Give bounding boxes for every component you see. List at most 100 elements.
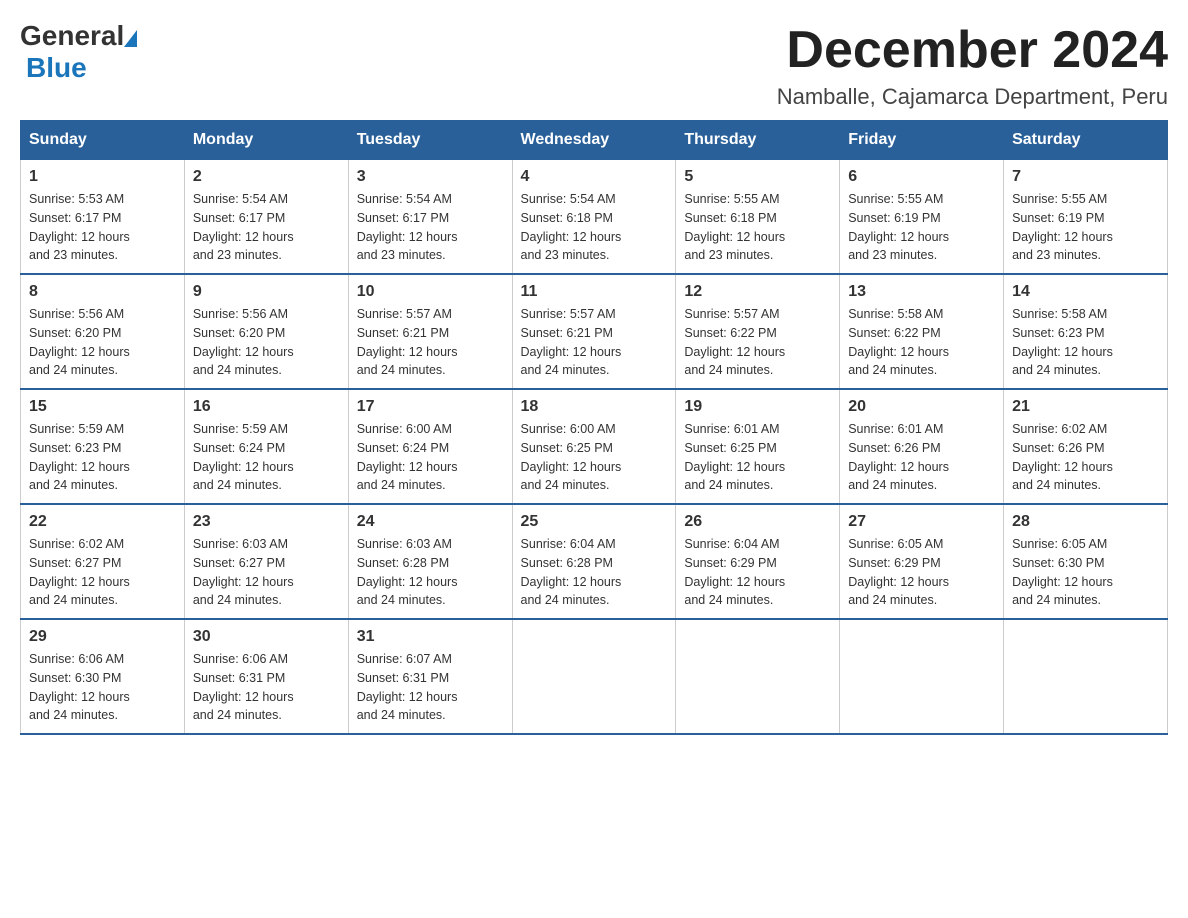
- header-wednesday: Wednesday: [512, 121, 676, 160]
- day-number: 24: [357, 513, 504, 531]
- day-info: Sunrise: 6:04 AM Sunset: 6:29 PM Dayligh…: [684, 535, 831, 610]
- calendar-cell: 10 Sunrise: 5:57 AM Sunset: 6:21 PM Dayl…: [348, 274, 512, 389]
- day-info: Sunrise: 6:01 AM Sunset: 6:26 PM Dayligh…: [848, 420, 995, 495]
- day-info: Sunrise: 5:54 AM Sunset: 6:17 PM Dayligh…: [193, 190, 340, 265]
- calendar-cell: 31 Sunrise: 6:07 AM Sunset: 6:31 PM Dayl…: [348, 619, 512, 734]
- day-number: 30: [193, 628, 340, 646]
- calendar-cell: [676, 619, 840, 734]
- calendar-cell: 11 Sunrise: 5:57 AM Sunset: 6:21 PM Dayl…: [512, 274, 676, 389]
- day-info: Sunrise: 6:05 AM Sunset: 6:29 PM Dayligh…: [848, 535, 995, 610]
- header-sunday: Sunday: [21, 121, 185, 160]
- day-info: Sunrise: 5:55 AM Sunset: 6:19 PM Dayligh…: [848, 190, 995, 265]
- calendar-cell: 23 Sunrise: 6:03 AM Sunset: 6:27 PM Dayl…: [184, 504, 348, 619]
- calendar-cell: 9 Sunrise: 5:56 AM Sunset: 6:20 PM Dayli…: [184, 274, 348, 389]
- day-number: 18: [521, 398, 668, 416]
- calendar-cell: [1004, 619, 1168, 734]
- calendar-cell: 4 Sunrise: 5:54 AM Sunset: 6:18 PM Dayli…: [512, 160, 676, 275]
- day-info: Sunrise: 6:05 AM Sunset: 6:30 PM Dayligh…: [1012, 535, 1159, 610]
- day-number: 23: [193, 513, 340, 531]
- day-info: Sunrise: 5:55 AM Sunset: 6:19 PM Dayligh…: [1012, 190, 1159, 265]
- calendar-cell: 25 Sunrise: 6:04 AM Sunset: 6:28 PM Dayl…: [512, 504, 676, 619]
- day-info: Sunrise: 6:01 AM Sunset: 6:25 PM Dayligh…: [684, 420, 831, 495]
- day-number: 10: [357, 283, 504, 301]
- header-tuesday: Tuesday: [348, 121, 512, 160]
- calendar-cell: 18 Sunrise: 6:00 AM Sunset: 6:25 PM Dayl…: [512, 389, 676, 504]
- day-info: Sunrise: 6:02 AM Sunset: 6:27 PM Dayligh…: [29, 535, 176, 610]
- day-number: 29: [29, 628, 176, 646]
- calendar-week-2: 8 Sunrise: 5:56 AM Sunset: 6:20 PM Dayli…: [21, 274, 1168, 389]
- day-number: 13: [848, 283, 995, 301]
- month-year-title: December 2024: [777, 20, 1168, 80]
- day-info: Sunrise: 6:06 AM Sunset: 6:31 PM Dayligh…: [193, 650, 340, 725]
- day-number: 5: [684, 168, 831, 186]
- day-number: 22: [29, 513, 176, 531]
- calendar-table: SundayMondayTuesdayWednesdayThursdayFrid…: [20, 120, 1168, 735]
- logo-general-text: General: [20, 20, 124, 52]
- day-info: Sunrise: 5:57 AM Sunset: 6:21 PM Dayligh…: [521, 305, 668, 380]
- day-number: 8: [29, 283, 176, 301]
- calendar-cell: 26 Sunrise: 6:04 AM Sunset: 6:29 PM Dayl…: [676, 504, 840, 619]
- calendar-cell: 5 Sunrise: 5:55 AM Sunset: 6:18 PM Dayli…: [676, 160, 840, 275]
- day-number: 3: [357, 168, 504, 186]
- calendar-week-3: 15 Sunrise: 5:59 AM Sunset: 6:23 PM Dayl…: [21, 389, 1168, 504]
- day-info: Sunrise: 5:58 AM Sunset: 6:23 PM Dayligh…: [1012, 305, 1159, 380]
- calendar-cell: 8 Sunrise: 5:56 AM Sunset: 6:20 PM Dayli…: [21, 274, 185, 389]
- day-info: Sunrise: 6:04 AM Sunset: 6:28 PM Dayligh…: [521, 535, 668, 610]
- calendar-cell: 1 Sunrise: 5:53 AM Sunset: 6:17 PM Dayli…: [21, 160, 185, 275]
- calendar-cell: 19 Sunrise: 6:01 AM Sunset: 6:25 PM Dayl…: [676, 389, 840, 504]
- day-number: 2: [193, 168, 340, 186]
- day-info: Sunrise: 6:02 AM Sunset: 6:26 PM Dayligh…: [1012, 420, 1159, 495]
- location-subtitle: Namballe, Cajamarca Department, Peru: [777, 84, 1168, 110]
- day-number: 14: [1012, 283, 1159, 301]
- calendar-cell: 24 Sunrise: 6:03 AM Sunset: 6:28 PM Dayl…: [348, 504, 512, 619]
- calendar-cell: 22 Sunrise: 6:02 AM Sunset: 6:27 PM Dayl…: [21, 504, 185, 619]
- day-number: 25: [521, 513, 668, 531]
- header-thursday: Thursday: [676, 121, 840, 160]
- calendar-cell: 15 Sunrise: 5:59 AM Sunset: 6:23 PM Dayl…: [21, 389, 185, 504]
- calendar-cell: [840, 619, 1004, 734]
- day-number: 31: [357, 628, 504, 646]
- day-number: 27: [848, 513, 995, 531]
- calendar-week-5: 29 Sunrise: 6:06 AM Sunset: 6:30 PM Dayl…: [21, 619, 1168, 734]
- calendar-cell: 29 Sunrise: 6:06 AM Sunset: 6:30 PM Dayl…: [21, 619, 185, 734]
- day-number: 12: [684, 283, 831, 301]
- calendar-week-1: 1 Sunrise: 5:53 AM Sunset: 6:17 PM Dayli…: [21, 160, 1168, 275]
- calendar-cell: 12 Sunrise: 5:57 AM Sunset: 6:22 PM Dayl…: [676, 274, 840, 389]
- header-monday: Monday: [184, 121, 348, 160]
- calendar-cell: 27 Sunrise: 6:05 AM Sunset: 6:29 PM Dayl…: [840, 504, 1004, 619]
- day-info: Sunrise: 6:03 AM Sunset: 6:27 PM Dayligh…: [193, 535, 340, 610]
- calendar-cell: [512, 619, 676, 734]
- calendar-cell: 28 Sunrise: 6:05 AM Sunset: 6:30 PM Dayl…: [1004, 504, 1168, 619]
- calendar-header-row: SundayMondayTuesdayWednesdayThursdayFrid…: [21, 121, 1168, 160]
- day-info: Sunrise: 5:56 AM Sunset: 6:20 PM Dayligh…: [193, 305, 340, 380]
- logo-triangle-icon: [124, 30, 137, 47]
- calendar-cell: 21 Sunrise: 6:02 AM Sunset: 6:26 PM Dayl…: [1004, 389, 1168, 504]
- logo: General Blue: [20, 20, 137, 84]
- logo-blue-text: Blue: [26, 52, 87, 83]
- day-info: Sunrise: 5:59 AM Sunset: 6:24 PM Dayligh…: [193, 420, 340, 495]
- day-number: 7: [1012, 168, 1159, 186]
- day-number: 1: [29, 168, 176, 186]
- day-number: 17: [357, 398, 504, 416]
- day-info: Sunrise: 5:58 AM Sunset: 6:22 PM Dayligh…: [848, 305, 995, 380]
- header-friday: Friday: [840, 121, 1004, 160]
- day-info: Sunrise: 5:57 AM Sunset: 6:21 PM Dayligh…: [357, 305, 504, 380]
- day-info: Sunrise: 5:55 AM Sunset: 6:18 PM Dayligh…: [684, 190, 831, 265]
- calendar-cell: 13 Sunrise: 5:58 AM Sunset: 6:22 PM Dayl…: [840, 274, 1004, 389]
- calendar-cell: 7 Sunrise: 5:55 AM Sunset: 6:19 PM Dayli…: [1004, 160, 1168, 275]
- calendar-cell: 30 Sunrise: 6:06 AM Sunset: 6:31 PM Dayl…: [184, 619, 348, 734]
- day-info: Sunrise: 6:00 AM Sunset: 6:25 PM Dayligh…: [521, 420, 668, 495]
- title-section: December 2024 Namballe, Cajamarca Depart…: [777, 20, 1168, 110]
- calendar-week-4: 22 Sunrise: 6:02 AM Sunset: 6:27 PM Dayl…: [21, 504, 1168, 619]
- day-number: 16: [193, 398, 340, 416]
- day-number: 26: [684, 513, 831, 531]
- calendar-cell: 16 Sunrise: 5:59 AM Sunset: 6:24 PM Dayl…: [184, 389, 348, 504]
- day-info: Sunrise: 6:07 AM Sunset: 6:31 PM Dayligh…: [357, 650, 504, 725]
- day-info: Sunrise: 5:53 AM Sunset: 6:17 PM Dayligh…: [29, 190, 176, 265]
- calendar-cell: 2 Sunrise: 5:54 AM Sunset: 6:17 PM Dayli…: [184, 160, 348, 275]
- day-info: Sunrise: 5:54 AM Sunset: 6:18 PM Dayligh…: [521, 190, 668, 265]
- calendar-cell: 17 Sunrise: 6:00 AM Sunset: 6:24 PM Dayl…: [348, 389, 512, 504]
- day-info: Sunrise: 6:06 AM Sunset: 6:30 PM Dayligh…: [29, 650, 176, 725]
- day-number: 28: [1012, 513, 1159, 531]
- header-saturday: Saturday: [1004, 121, 1168, 160]
